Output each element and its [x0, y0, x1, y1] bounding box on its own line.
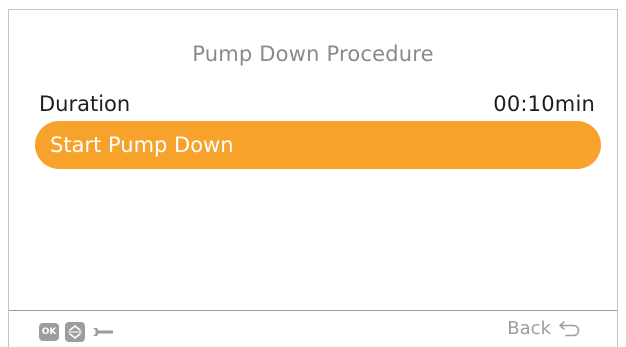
- back-button[interactable]: Back: [507, 318, 581, 339]
- footer-divider: [9, 310, 617, 311]
- start-pump-down-label: Start Pump Down: [50, 133, 234, 157]
- start-pump-down-button[interactable]: Start Pump Down: [35, 121, 601, 169]
- duration-value: 00:10min: [493, 92, 595, 116]
- page-title: Pump Down Procedure: [192, 42, 434, 66]
- up-down-icon[interactable]: [65, 322, 85, 342]
- ok-icon[interactable]: OK: [39, 323, 59, 341]
- duration-label: Duration: [39, 92, 131, 116]
- ok-icon-label: OK: [41, 327, 57, 337]
- back-arrow-icon: [559, 320, 580, 336]
- footer-controls: OK: [39, 322, 115, 342]
- back-label: Back: [507, 318, 551, 339]
- duration-row[interactable]: Duration 00:10min: [39, 88, 595, 120]
- wrench-icon[interactable]: [91, 324, 115, 340]
- screen-frame: Pump Down Procedure Duration 00:10min St…: [8, 9, 618, 347]
